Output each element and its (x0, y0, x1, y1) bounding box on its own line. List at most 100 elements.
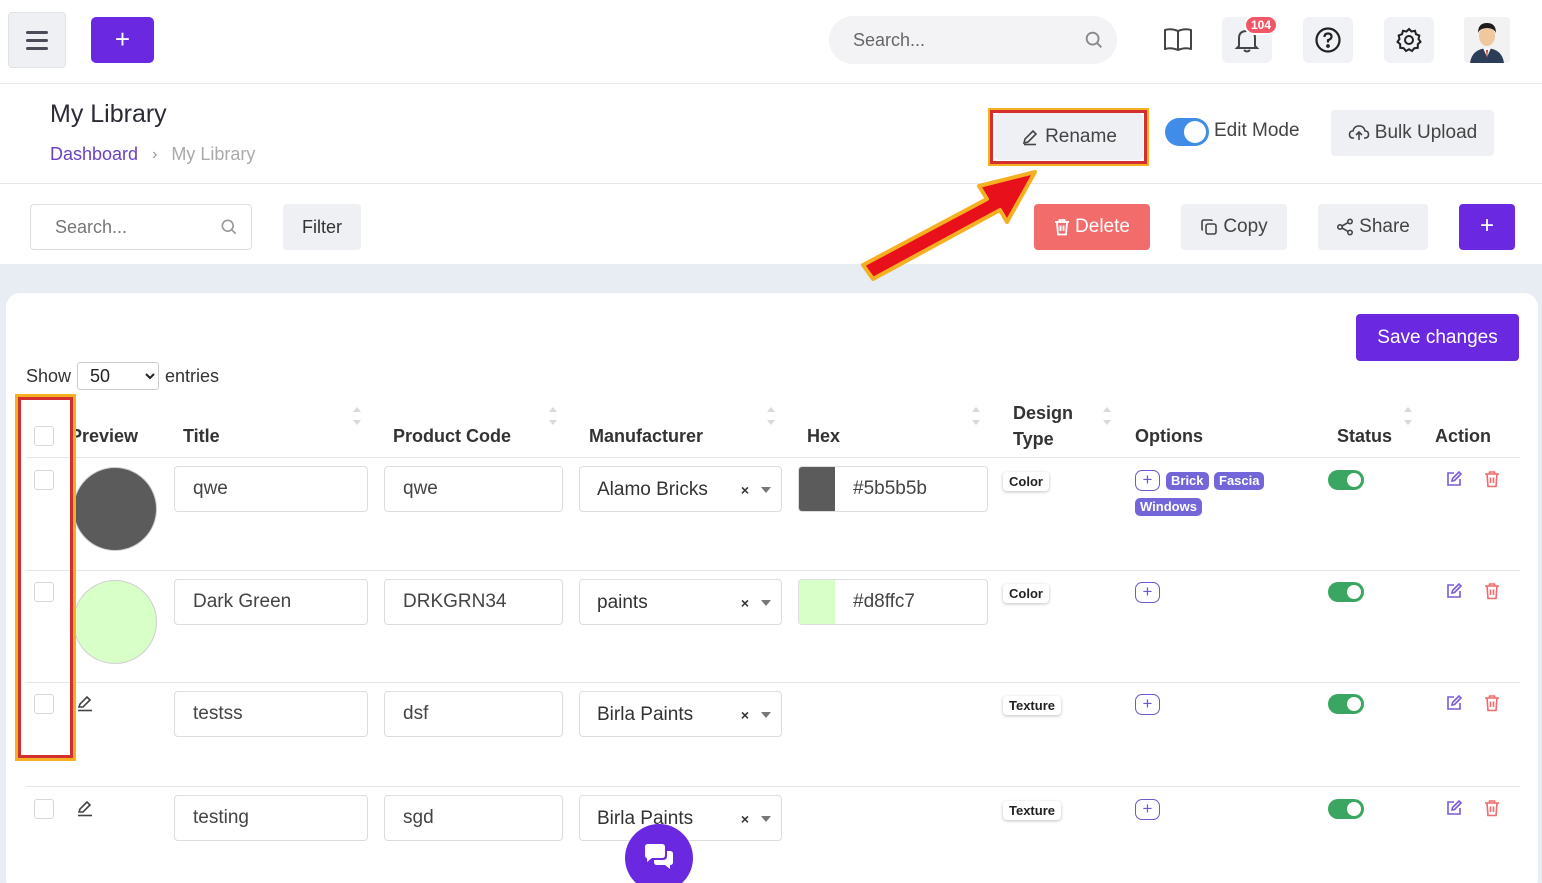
notifications-button[interactable]: 104 (1222, 15, 1279, 63)
clear-icon[interactable]: × (741, 796, 749, 842)
pencil-icon[interactable] (76, 799, 94, 817)
header-divider (0, 183, 1542, 184)
row-divider (26, 570, 1520, 571)
gear-icon (1396, 27, 1422, 53)
column-header-hex[interactable]: Hex (807, 426, 840, 447)
user-avatar[interactable] (1464, 17, 1510, 63)
page-size-select[interactable]: 102550100 (77, 362, 160, 390)
add-option-button[interactable]: + (1135, 470, 1160, 491)
row-checkbox[interactable] (34, 582, 54, 602)
column-header-action[interactable]: Action (1435, 426, 1491, 447)
library-search (30, 204, 252, 250)
share-button-label: Share (1359, 216, 1410, 237)
manufacturer-select[interactable]: paints × (579, 579, 782, 625)
column-header-product-code[interactable]: Product Code (393, 426, 511, 447)
clear-icon[interactable]: × (741, 692, 749, 738)
title-input[interactable]: testss (174, 691, 368, 737)
chat-button[interactable] (625, 824, 693, 883)
column-header-preview[interactable]: Preview (70, 426, 150, 447)
row-checkbox[interactable] (34, 694, 54, 714)
bulk-upload-button[interactable]: Bulk Upload (1331, 110, 1494, 156)
add-option-button[interactable]: + (1135, 799, 1160, 820)
menu-toggle-button[interactable] (8, 12, 66, 68)
row-checkbox[interactable] (34, 470, 54, 490)
column-header-status[interactable]: Status (1337, 426, 1392, 447)
title-input[interactable]: Dark Green (174, 579, 368, 625)
product-code-input[interactable]: sgd (384, 795, 563, 841)
clear-icon[interactable]: × (741, 467, 749, 513)
copy-icon (1201, 219, 1218, 235)
chevron-down-icon[interactable] (761, 816, 771, 822)
sort-icon[interactable] (1103, 405, 1111, 427)
rename-button[interactable]: Rename (995, 113, 1143, 160)
clear-icon[interactable]: × (741, 580, 749, 626)
pencil-icon[interactable] (76, 694, 94, 712)
manufacturer-select[interactable]: Alamo Bricks × (579, 466, 782, 512)
chevron-down-icon[interactable] (761, 712, 771, 718)
hex-input[interactable]: #d8ffc7 (798, 579, 988, 625)
row-checkbox[interactable] (34, 799, 54, 819)
status-toggle[interactable] (1328, 470, 1364, 490)
menu-icon (26, 30, 48, 34)
add-option-button[interactable]: + (1135, 694, 1160, 715)
trash-icon[interactable] (1483, 470, 1501, 488)
plus-icon: + (114, 24, 131, 54)
trash-icon[interactable] (1483, 582, 1501, 600)
sort-icon[interactable] (549, 405, 557, 427)
sort-icon[interactable] (1404, 405, 1412, 427)
search-icon[interactable] (219, 217, 239, 237)
column-header-options[interactable]: Options (1135, 426, 1203, 447)
product-code-input[interactable]: DRKGRN34 (384, 579, 563, 625)
edit-icon[interactable] (1445, 694, 1463, 712)
edit-icon[interactable] (1445, 470, 1463, 488)
sort-icon[interactable] (972, 405, 980, 427)
library-search-input[interactable] (31, 205, 211, 249)
save-changes-button[interactable]: Save changes (1356, 314, 1519, 361)
search-icon[interactable] (1083, 29, 1105, 51)
sort-icon[interactable] (767, 405, 775, 427)
global-search-input[interactable] (829, 16, 1069, 64)
trash-icon[interactable] (1483, 799, 1501, 817)
manufacturer-select[interactable]: Birla Paints × (579, 691, 782, 737)
delete-button[interactable]: Delete (1034, 204, 1150, 250)
settings-button[interactable] (1384, 17, 1434, 63)
breadcrumb-separator: › (152, 145, 158, 163)
edit-icon[interactable] (1445, 582, 1463, 600)
quick-add-button[interactable]: + (91, 17, 154, 63)
show-label: Show (26, 365, 72, 386)
column-header-title[interactable]: Title (183, 426, 220, 447)
copy-button[interactable]: Copy (1181, 204, 1287, 250)
chevron-down-icon[interactable] (761, 600, 771, 606)
breadcrumb-dashboard-link[interactable]: Dashboard (50, 144, 138, 165)
preview-swatch (73, 580, 157, 664)
add-item-button[interactable]: + (1459, 204, 1515, 250)
design-type-badge: Texture (1003, 801, 1061, 820)
page-size-control: Show 102550100 entries (26, 362, 219, 390)
row-divider (26, 786, 1520, 787)
chevron-down-icon[interactable] (761, 487, 771, 493)
product-code-input[interactable]: qwe (384, 466, 563, 512)
select-all-checkbox[interactable] (34, 426, 54, 446)
filter-button[interactable]: Filter (283, 204, 361, 250)
edit-icon[interactable] (1445, 799, 1463, 817)
docs-button[interactable] (1153, 17, 1203, 63)
share-button[interactable]: Share (1318, 204, 1428, 250)
title-input[interactable]: testing (174, 795, 368, 841)
help-button[interactable] (1303, 17, 1353, 63)
sort-icon[interactable] (353, 405, 361, 427)
column-header-manufacturer[interactable]: Manufacturer (589, 426, 703, 447)
edit-mode-label: Edit Mode (1214, 120, 1300, 141)
edit-mode-toggle[interactable] (1165, 118, 1209, 146)
status-toggle[interactable] (1328, 694, 1364, 714)
status-toggle[interactable] (1328, 799, 1364, 819)
column-header-design-type[interactable]: Design Type (1013, 400, 1073, 452)
pencil-icon (1022, 129, 1038, 145)
title-input[interactable]: qwe (174, 466, 368, 512)
hex-input[interactable]: #5b5b5b (798, 466, 988, 512)
status-toggle[interactable] (1328, 582, 1364, 602)
avatar (1464, 17, 1510, 63)
trash-icon (1055, 219, 1070, 236)
trash-icon[interactable] (1483, 694, 1501, 712)
add-option-button[interactable]: + (1135, 582, 1160, 603)
product-code-input[interactable]: dsf (384, 691, 563, 737)
